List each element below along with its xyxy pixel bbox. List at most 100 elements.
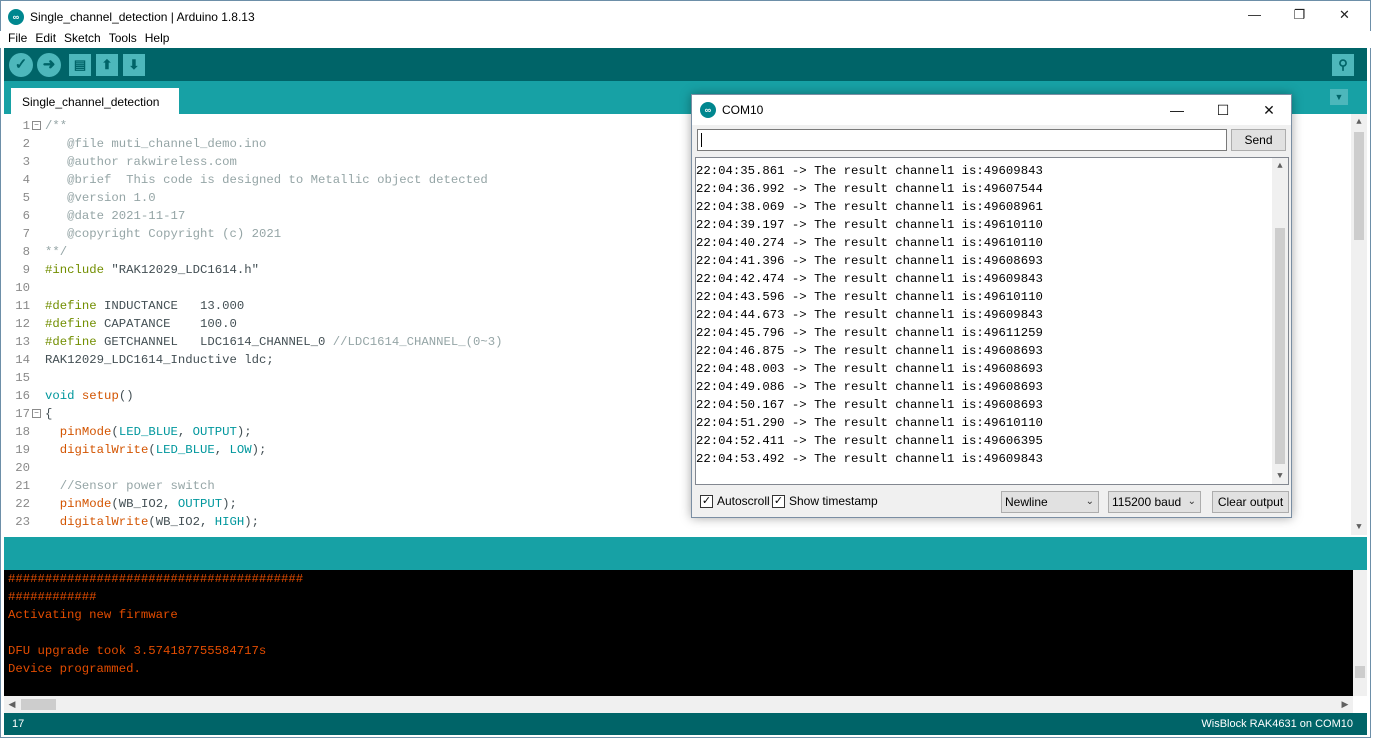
- scroll-thumb[interactable]: [1355, 666, 1365, 678]
- autoscroll-checkbox[interactable]: ✓: [700, 495, 713, 508]
- code-text: digitalWrite(LED_BLUE, LOW);: [45, 441, 267, 459]
- menu-edit[interactable]: Edit: [35, 31, 56, 46]
- scroll-thumb[interactable]: [1275, 228, 1285, 464]
- code-token: LOW: [229, 443, 252, 457]
- arduino-icon: ∞: [700, 102, 716, 118]
- serial-monitor-window: ∞ COM10 — ☐ ✕ Send ▲ ▼ 22:04:35.861 -> T…: [691, 94, 1292, 518]
- tab-menu-button[interactable]: ▼: [1330, 89, 1348, 105]
- serial-output-line: 22:04:35.861 -> The result channel1 is:4…: [696, 164, 1043, 178]
- serial-input-field[interactable]: [697, 129, 1227, 151]
- console-line: Device programmed.: [8, 662, 141, 676]
- upload-button[interactable]: ➜: [37, 53, 61, 77]
- code-token: @copyright Copyright (c) 2021: [45, 227, 282, 241]
- verify-button[interactable]: ✓: [9, 53, 33, 77]
- menu-tools[interactable]: Tools: [109, 31, 137, 46]
- title-bar: ∞ Single_channel_detection | Arduino 1.8…: [1, 1, 1370, 32]
- code-text: /**: [45, 117, 67, 135]
- serial-output-scrollbar[interactable]: ▲ ▼: [1272, 158, 1288, 484]
- serial-output-line: 22:04:39.197 -> The result channel1 is:4…: [696, 218, 1043, 232]
- console-vertical-scrollbar[interactable]: [1353, 570, 1367, 696]
- scroll-up-icon[interactable]: ▲: [1351, 114, 1367, 130]
- editor-vertical-scrollbar[interactable]: ▲ ▼: [1351, 114, 1367, 535]
- scroll-down-icon[interactable]: ▼: [1351, 519, 1367, 535]
- scroll-thumb[interactable]: [1354, 132, 1364, 240]
- serial-output-line: 22:04:44.673 -> The result channel1 is:4…: [696, 308, 1043, 322]
- line-number: 12: [15, 317, 30, 331]
- console-line: DFU upgrade took 3.574187755584717s: [8, 644, 267, 658]
- line-number: 5: [22, 191, 30, 205]
- autoscroll-label: Autoscroll: [717, 494, 770, 508]
- line-number: 13: [15, 335, 30, 349]
- code-token: void: [45, 389, 75, 403]
- scroll-up-icon[interactable]: ▲: [1272, 158, 1288, 174]
- serial-controls: ✓ Autoscroll ✓ Show timestamp Newline ⌄ …: [692, 487, 1291, 517]
- code-text: pinMode(LED_BLUE, OUTPUT);: [45, 423, 252, 441]
- editor-console-divider[interactable]: [4, 537, 1367, 570]
- fold-toggle-icon[interactable]: −: [32, 409, 41, 418]
- code-token: #include: [45, 263, 112, 277]
- code-token: (: [111, 425, 119, 439]
- scroll-right-icon[interactable]: ▶: [1337, 696, 1353, 713]
- scroll-down-icon[interactable]: ▼: [1272, 468, 1288, 484]
- show-timestamp-label: Show timestamp: [789, 494, 878, 508]
- code-text: #define CAPATANCE 100.0: [45, 315, 237, 333]
- open-sketch-button[interactable]: ⬆: [96, 54, 118, 76]
- code-token: LED_BLUE: [155, 443, 215, 457]
- code-token: (WB_IO2,: [111, 497, 178, 511]
- serial-output-line: 22:04:36.992 -> The result channel1 is:4…: [696, 182, 1043, 196]
- line-number: 20: [15, 461, 30, 475]
- menu-file[interactable]: File: [8, 31, 27, 46]
- scroll-thumb[interactable]: [21, 699, 56, 710]
- line-number: 4: [22, 173, 30, 187]
- serial-maximize-button[interactable]: ☐: [1200, 95, 1246, 125]
- line-number: 16: [15, 389, 30, 403]
- restore-button[interactable]: ❐: [1277, 1, 1322, 31]
- serial-window-title: COM10: [722, 103, 764, 117]
- code-token: //Sensor power switch: [45, 479, 215, 493]
- tab-single-channel-detection[interactable]: Single_channel_detection: [11, 88, 179, 114]
- code-token: digitalWrite: [59, 443, 149, 457]
- scroll-left-icon[interactable]: ◀: [4, 696, 20, 713]
- line-number: 2: [22, 137, 30, 151]
- save-sketch-button[interactable]: ⬇: [123, 54, 145, 76]
- code-text: @copyright Copyright (c) 2021: [45, 225, 281, 243]
- code-text: void setup(): [45, 387, 134, 405]
- serial-output-line: 22:04:48.003 -> The result channel1 is:4…: [696, 362, 1043, 376]
- code-token: @date 2021-11-17: [45, 209, 186, 223]
- line-number: 21: [15, 479, 30, 493]
- serial-minimize-button[interactable]: —: [1154, 95, 1200, 125]
- output-console: ########################################…: [4, 570, 1367, 696]
- show-timestamp-checkbox[interactable]: ✓: [772, 495, 785, 508]
- console-line: Activating new firmware: [8, 608, 178, 622]
- serial-close-button[interactable]: ✕: [1246, 95, 1291, 125]
- line-number: 6: [22, 209, 30, 223]
- console-horizontal-scrollbar[interactable]: ◀ ▶: [4, 696, 1353, 713]
- code-token: GETCHANNEL LDC1614_CHANNEL_0: [96, 335, 333, 349]
- baud-rate-value: 115200 baud: [1112, 495, 1182, 509]
- code-text: @date 2021-11-17: [45, 207, 185, 225]
- code-token: pinMode: [59, 497, 112, 511]
- code-token: );: [244, 515, 260, 529]
- code-text: #define INDUCTANCE 13.000: [45, 297, 244, 315]
- serial-output: ▲ ▼ 22:04:35.861 -> The result channel1 …: [695, 157, 1289, 485]
- line-number: 15: [15, 371, 30, 385]
- menu-help[interactable]: Help: [145, 31, 170, 46]
- code-token: OUTPUT: [192, 425, 237, 439]
- menu-sketch[interactable]: Sketch: [64, 31, 101, 46]
- serial-output-line: 22:04:53.492 -> The result channel1 is:4…: [696, 452, 1043, 466]
- send-button[interactable]: Send: [1231, 129, 1286, 151]
- serial-monitor-button[interactable]: ⚲: [1332, 54, 1354, 76]
- fold-toggle-icon[interactable]: −: [32, 121, 41, 130]
- serial-output-line: 22:04:41.396 -> The result channel1 is:4…: [696, 254, 1043, 268]
- code-token: ,: [177, 425, 193, 439]
- baud-rate-select[interactable]: 115200 baud ⌄: [1108, 491, 1201, 513]
- clear-output-button[interactable]: Clear output: [1212, 491, 1289, 513]
- minimize-button[interactable]: —: [1232, 1, 1277, 31]
- line-ending-select[interactable]: Newline ⌄: [1001, 491, 1099, 513]
- code-token: (: [148, 443, 156, 457]
- new-sketch-button[interactable]: ▤: [69, 54, 91, 76]
- board-port-status: WisBlock RAK4631 on COM10: [1201, 718, 1353, 730]
- close-button[interactable]: ✕: [1322, 1, 1367, 31]
